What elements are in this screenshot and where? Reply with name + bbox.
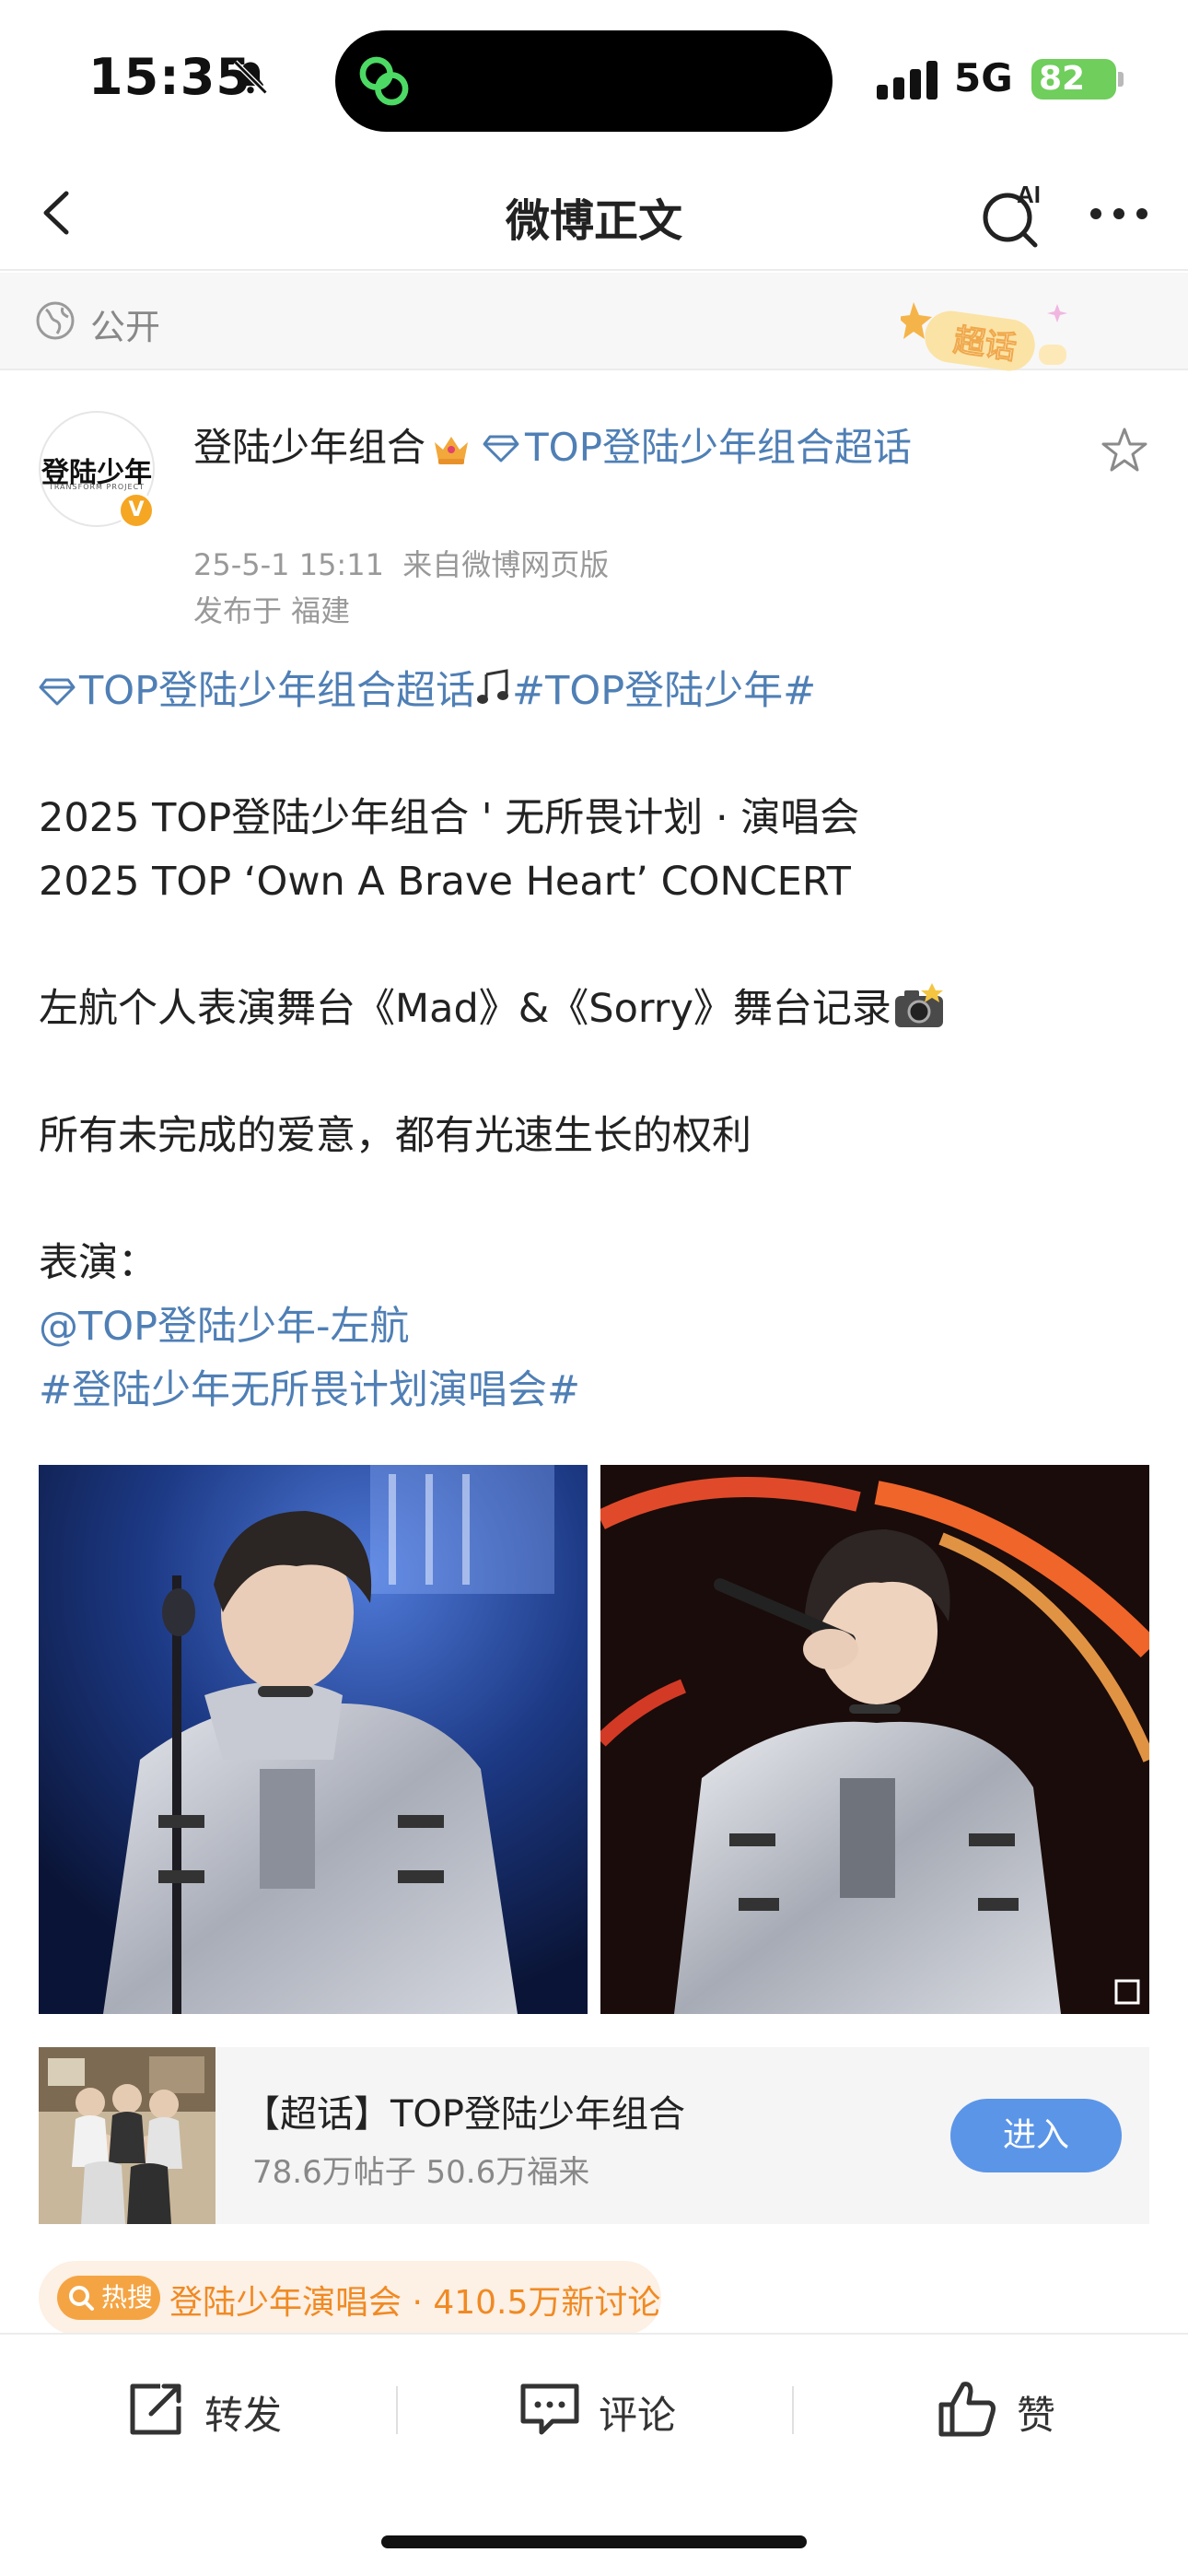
photo-stage-red — [600, 1465, 1149, 2014]
divider — [396, 2386, 398, 2434]
battery-tip — [1118, 72, 1124, 87]
supertopic-stats: 78.6万帖子 50.6万福来 — [252, 2154, 590, 2191]
status-time: 15:35 — [88, 48, 251, 106]
author-line: 登陆少年组合 TOP登陆少年组合超话 — [193, 416, 949, 479]
avatar-logo-subtext: TRANSFORM PROJECT — [48, 483, 146, 491]
supertopic-title: 【超话】TOP登陆少年组合 — [243, 2093, 686, 2136]
post-text-line: 左航个人表演舞台《Mad》&《Sorry》舞台记录 — [39, 978, 1144, 1041]
post-supertopic-link[interactable]: TOP登陆少年组合超话 — [79, 668, 475, 714]
dynamic-island — [335, 30, 833, 132]
post-photo[interactable] — [600, 1465, 1149, 2014]
signal-icon — [877, 61, 938, 100]
hot-search-tag-label: 热搜 — [101, 2282, 154, 2313]
music-note-icon — [477, 669, 509, 704]
hot-search-pill[interactable]: 热搜 登陆少年演唱会 · 410.5万新讨论 — [39, 2261, 661, 2335]
diamond-icon — [39, 678, 76, 706]
diamond-icon — [483, 435, 519, 463]
action-bar: 转发 评论 赞 — [0, 2333, 1188, 2480]
post-body: TOP登陆少年组合超话 #TOP登陆少年# 2025 TOP登陆少年组合 ' 无… — [39, 660, 1144, 1423]
post-text: 左航个人表演舞台《Mad》&《Sorry》舞台记录 — [39, 986, 891, 1032]
like-button[interactable]: 赞 — [936, 2377, 1074, 2441]
comment-label: 评论 — [599, 2393, 677, 2438]
ai-label: AI — [1017, 181, 1041, 208]
more-icon[interactable] — [1087, 197, 1151, 230]
link-activity-icon — [359, 56, 409, 106]
hot-search-tag: 热搜 — [57, 2276, 160, 2320]
post-text-line: 所有未完成的爱意，都有光速生长的权利 — [39, 1113, 751, 1159]
supertopic-sticker[interactable]: 超话 — [901, 295, 1085, 378]
crown-icon — [435, 437, 469, 464]
supertopic-card[interactable]: 【超话】TOP登陆少年组合 78.6万帖子 50.6万福来 进入 — [39, 2047, 1149, 2224]
visibility-label: 公开 — [90, 307, 161, 347]
post-meta: 25-5-1 15:11 来自微博网页版 — [193, 542, 609, 584]
silent-bell-icon — [233, 60, 268, 95]
like-label: 赞 — [1017, 2393, 1056, 2438]
camera-flash-icon — [894, 983, 943, 1027]
hashtag-link[interactable]: #登陆少年无所畏计划演唱会# — [39, 1359, 1144, 1423]
nav-bar: 微博正文 AI — [0, 157, 1188, 271]
post-text-line: 2025 TOP登陆少年组合 ' 无所畏计划 · 演唱会 — [39, 795, 860, 841]
status-bar: 15:35 5G 82 — [0, 0, 1188, 157]
post-location: 发布于 福建 — [193, 593, 351, 628]
repost-button[interactable]: 转发 — [123, 2377, 308, 2441]
photo-stage-blue — [39, 1465, 588, 2014]
comment-icon — [520, 2383, 579, 2435]
search-icon — [69, 2286, 94, 2311]
enter-supertopic-button[interactable]: 进入 — [950, 2099, 1122, 2172]
author-supertopic-link[interactable]: TOP登陆少年组合超话 — [525, 425, 912, 470]
post-source: 来自微博网页版 — [402, 547, 610, 582]
post-hashtag[interactable]: #TOP登陆少年# — [512, 668, 816, 714]
author-name[interactable]: 登陆少年组合 — [193, 425, 425, 470]
ai-search-icon[interactable]: AI — [976, 175, 1055, 254]
battery-indicator: 82 — [1031, 59, 1116, 100]
network-type: 5G — [954, 55, 1013, 100]
post-topic-line: TOP登陆少年组合超话 #TOP登陆少年# — [39, 660, 1144, 723]
repost-label: 转发 — [204, 2393, 283, 2438]
post-timestamp: 25-5-1 15:11 — [193, 547, 384, 582]
post-text-line: 表演： — [39, 1240, 157, 1286]
supertopic-thumbnail — [39, 2047, 215, 2224]
share-icon — [130, 2383, 181, 2435]
group-photo — [39, 2047, 215, 2224]
hot-search-text: 登陆少年演唱会 · 410.5万新讨论 — [169, 2284, 661, 2322]
comment-button[interactable]: 评论 — [518, 2377, 702, 2441]
favorite-star-icon[interactable] — [1100, 426, 1149, 475]
thumbs-up-icon — [938, 2382, 996, 2437]
globe-icon — [36, 301, 75, 340]
post-text-line: 2025 TOP ‘Own A Brave Heart’ CONCERT — [39, 859, 851, 905]
divider — [792, 2386, 794, 2434]
home-indicator[interactable] — [381, 2535, 807, 2548]
verified-badge: V — [118, 492, 155, 529]
post-photo[interactable] — [39, 1465, 588, 2014]
mention-link[interactable]: @TOP登陆少年-左航 — [39, 1295, 1144, 1359]
